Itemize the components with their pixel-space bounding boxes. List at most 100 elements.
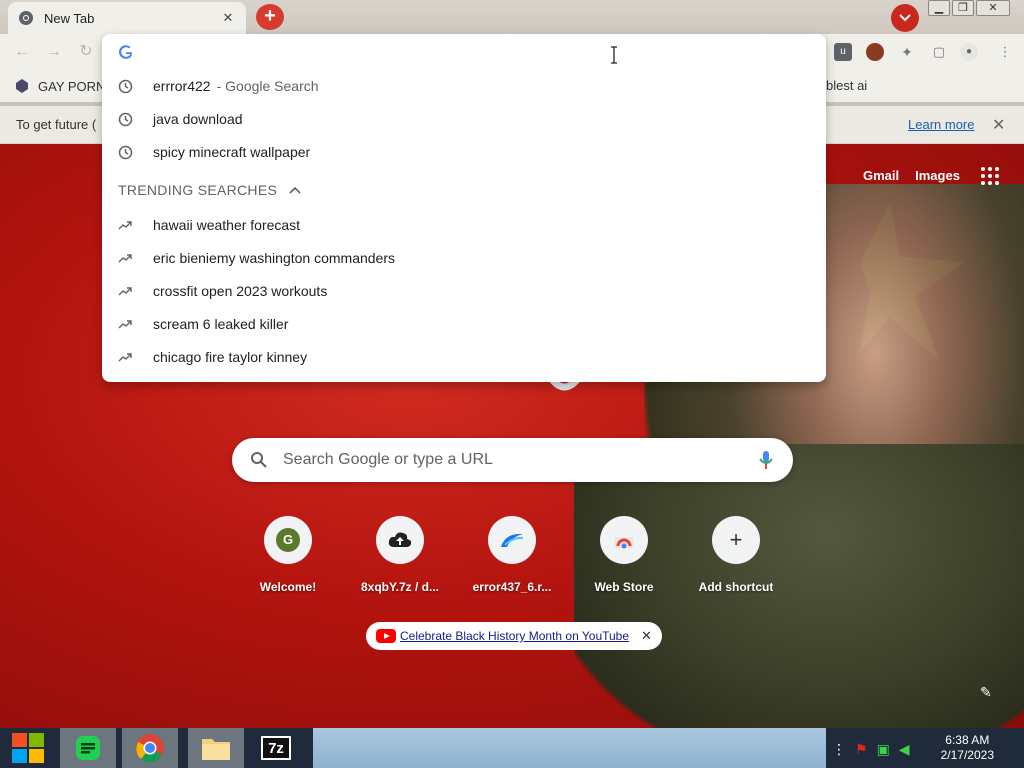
taskbar-notes-app[interactable] xyxy=(60,728,116,768)
bookmark-item[interactable]: blest ai xyxy=(826,78,867,93)
shortcut-tile[interactable]: G Welcome! xyxy=(232,516,344,594)
taskbar-chrome-app[interactable] xyxy=(122,728,178,768)
google-g-icon xyxy=(118,45,133,59)
forward-arrow-icon[interactable]: → xyxy=(44,42,64,62)
trending-text: eric bieniemy washington commanders xyxy=(153,250,395,266)
chevron-down-icon xyxy=(899,14,911,22)
infobar-close-icon[interactable]: ✕ xyxy=(992,115,1005,135)
trending-arrow-icon xyxy=(118,253,132,262)
promo-close-icon[interactable]: ✕ xyxy=(641,628,652,644)
search-icon xyxy=(251,452,267,468)
shortcut-label: error437_6.r... xyxy=(472,580,552,594)
shortcut-label: Web Store xyxy=(594,580,654,594)
suggestion-row[interactable]: errror422 - Google Search xyxy=(102,71,826,101)
suggestion-text: spicy minecraft wallpaper xyxy=(153,144,311,160)
shortcut-favicon: + xyxy=(712,516,760,564)
overflow-dots-icon[interactable]: ⋮ xyxy=(832,741,846,758)
reload-icon[interactable]: ↻ xyxy=(76,42,96,62)
edge-swoosh-icon xyxy=(501,533,524,547)
suggestion-row[interactable]: spicy minecraft wallpaper xyxy=(102,137,826,167)
clock-date: 2/17/2023 xyxy=(940,748,994,762)
system-clock[interactable]: 6:38 AM 2/17/2023 xyxy=(941,733,994,763)
trending-row[interactable]: chicago fire taylor kinney xyxy=(102,342,826,372)
taskbar-file-explorer[interactable] xyxy=(188,728,244,768)
infobar-text: To get future ( xyxy=(16,117,97,132)
shortcut-favicon xyxy=(488,516,536,564)
ntp-search-box[interactable] xyxy=(232,438,793,482)
trending-row[interactable]: eric bieniemy washington commanders xyxy=(102,243,826,273)
new-tab-button[interactable]: + xyxy=(256,4,284,30)
trending-row[interactable]: hawaii weather forecast xyxy=(102,210,826,240)
tab-strip: New Tab ✕ + ▁ ❐ ✕ xyxy=(0,0,1024,34)
chevron-up-icon[interactable] xyxy=(289,186,301,194)
web-store-icon xyxy=(614,537,634,549)
learn-more-link[interactable]: Learn more xyxy=(908,117,974,132)
bookmark-item[interactable]: GAY PORN xyxy=(14,78,105,94)
trending-row[interactable]: crossfit open 2023 workouts xyxy=(102,276,826,306)
taskbar: 7z ⋮ ⚑ ▣ ◀ 6:38 AM 2/17/2023 xyxy=(0,728,1024,768)
volume-icon[interactable]: ◀ xyxy=(899,741,910,758)
chrome-icon xyxy=(19,11,33,25)
omnibox[interactable] xyxy=(102,40,826,64)
trending-header-label: TRENDING SEARCHES xyxy=(118,182,278,198)
customize-pencil-icon[interactable]: ✎ xyxy=(980,684,992,701)
shortcut-tile[interactable]: Web Store xyxy=(568,516,680,594)
trending-text: crossfit open 2023 workouts xyxy=(153,283,328,299)
side-panel-icon[interactable]: ▢ xyxy=(930,43,948,61)
shortcut-favicon: G xyxy=(264,516,312,564)
avatar-extension-icon[interactable] xyxy=(866,43,884,61)
shortcut-tile[interactable]: + Add shortcut xyxy=(680,516,792,594)
maximize-button[interactable]: ❐ xyxy=(952,0,974,16)
images-link[interactable]: Images xyxy=(915,168,960,183)
shortcut-label: 8xqbY.7z / d... xyxy=(360,580,440,594)
trending-text: hawaii weather forecast xyxy=(153,217,301,233)
window-controls: ▁ ❐ ✕ xyxy=(926,0,1010,18)
ntp-search-input[interactable] xyxy=(283,451,757,469)
profile-avatar-icon[interactable]: ● xyxy=(960,43,978,61)
trending-text: chicago fire taylor kinney xyxy=(153,349,308,365)
trending-arrow-icon xyxy=(118,319,132,328)
back-arrow-icon[interactable]: ← xyxy=(12,42,32,62)
ublock-extension-icon[interactable]: u xyxy=(834,43,852,61)
taskbar-7zip[interactable]: 7z xyxy=(248,728,304,768)
trending-text: scream 6 leaked killer xyxy=(153,316,289,332)
cloud-upload-icon xyxy=(388,532,412,547)
shortcut-grid: G Welcome! 8xqbY.7z / d... error437_6.r.… xyxy=(232,516,792,594)
gmail-link[interactable]: Gmail xyxy=(863,168,899,183)
menu-dots-icon[interactable]: ⋮ xyxy=(996,43,1014,61)
7zip-icon: 7z xyxy=(261,736,291,760)
shortcut-tile[interactable]: error437_6.r... xyxy=(456,516,568,594)
suggestion-text: errror422 xyxy=(153,78,211,94)
trending-arrow-icon xyxy=(118,352,132,361)
network-icon[interactable]: ▣ xyxy=(877,741,890,758)
notes-app-icon xyxy=(76,736,100,760)
suggestion-text: java download xyxy=(153,111,243,127)
omnibox-input[interactable] xyxy=(146,44,826,60)
tab-search-button[interactable] xyxy=(891,4,919,32)
trending-row[interactable]: scream 6 leaked killer xyxy=(102,309,826,339)
start-button[interactable] xyxy=(0,728,56,768)
text-cursor-icon xyxy=(611,46,617,64)
microphone-icon[interactable] xyxy=(757,450,775,470)
shortcut-label: Add shortcut xyxy=(698,580,774,594)
close-window-button[interactable]: ✕ xyxy=(976,0,1010,16)
trending-arrow-icon xyxy=(118,286,132,295)
folder-icon xyxy=(202,739,230,760)
suggestion-row[interactable]: java download xyxy=(102,104,826,134)
google-apps-icon[interactable] xyxy=(981,167,999,185)
clock-icon xyxy=(118,112,133,126)
youtube-icon xyxy=(376,629,396,643)
tab-new-tab[interactable]: New Tab ✕ xyxy=(8,2,246,34)
promo-link[interactable]: Celebrate Black History Month on YouTube xyxy=(400,629,629,643)
action-center-flag-icon[interactable]: ⚑ xyxy=(855,741,868,758)
minimize-button[interactable]: ▁ xyxy=(928,0,950,16)
bookmark-favicon-icon xyxy=(16,79,28,93)
shortcut-tile[interactable]: 8xqbY.7z / d... xyxy=(344,516,456,594)
shortcut-label: Welcome! xyxy=(259,580,317,594)
puzzle-extensions-icon[interactable]: ✦ xyxy=(898,43,916,61)
add-shortcut-plus-icon: + xyxy=(729,527,743,552)
tray-icons: ⋮ ⚑ ▣ ◀ xyxy=(832,741,910,758)
tab-close-icon[interactable]: ✕ xyxy=(220,10,236,26)
trending-header[interactable]: TRENDING SEARCHES xyxy=(118,182,301,198)
trending-arrow-icon xyxy=(118,220,132,229)
